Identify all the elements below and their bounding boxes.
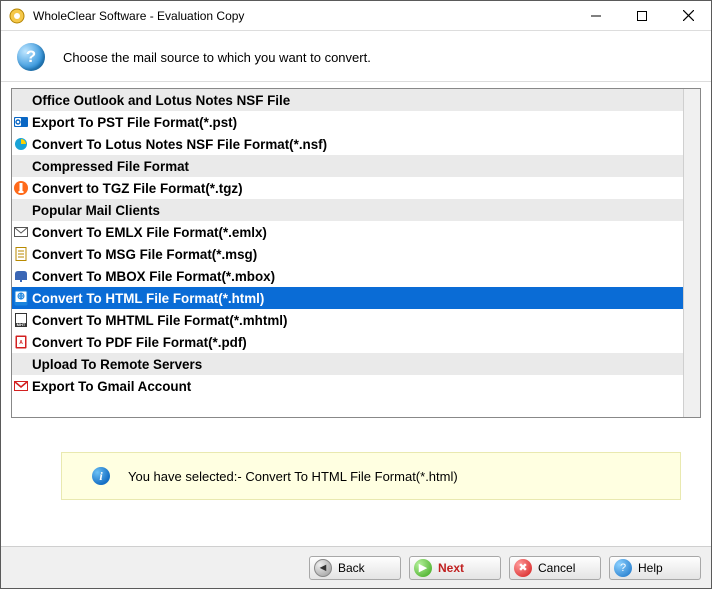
list-item-label: Export To Gmail Account — [30, 379, 191, 394]
help-hint-icon: ? — [17, 43, 45, 71]
lotus-icon — [12, 135, 30, 153]
back-button[interactable]: ◄ Back — [309, 556, 401, 580]
list-item-pdf[interactable]: A Convert To PDF File Format(*.pdf) — [12, 331, 683, 353]
window-title: WholeClear Software - Evaluation Copy — [33, 9, 573, 23]
next-button[interactable]: ▶ Next — [409, 556, 501, 580]
list-scrollbar[interactable] — [683, 89, 700, 417]
list-item-mbox[interactable]: Convert To MBOX File Format(*.mbox) — [12, 265, 683, 287]
app-window: WholeClear Software - Evaluation Copy ? … — [0, 0, 712, 589]
selection-message: You have selected:- Convert To HTML File… — [128, 469, 458, 484]
group-header-compressed: Compressed File Format — [12, 155, 683, 177]
list-item-label: Convert to TGZ File Format(*.tgz) — [30, 181, 243, 196]
group-header-popular: Popular Mail Clients — [12, 199, 683, 221]
page-icon — [12, 245, 30, 263]
content-area: Office Outlook and Lotus Notes NSF File … — [1, 82, 711, 546]
pdf-icon: A — [12, 333, 30, 351]
close-button[interactable] — [665, 1, 711, 31]
archive-icon — [12, 179, 30, 197]
maximize-button[interactable] — [619, 1, 665, 31]
list-item-label: Convert To MBOX File Format(*.mbox) — [30, 269, 275, 284]
gmail-icon — [12, 377, 30, 395]
group-header-office: Office Outlook and Lotus Notes NSF File — [12, 89, 683, 111]
arrow-right-icon: ▶ — [414, 559, 432, 577]
selection-info-bar: i You have selected:- Convert To HTML Fi… — [61, 452, 681, 500]
list-item-msg[interactable]: Convert To MSG File Format(*.msg) — [12, 243, 683, 265]
list-item-label: Convert To PDF File Format(*.pdf) — [30, 335, 247, 350]
cancel-icon: ✖ — [514, 559, 532, 577]
mhtml-icon: MHT — [12, 311, 30, 329]
list-item-emlx[interactable]: Convert To EMLX File Format(*.emlx) — [12, 221, 683, 243]
list-item-gmail[interactable]: Export To Gmail Account — [12, 375, 683, 397]
header-instruction: Choose the mail source to which you want… — [63, 50, 371, 65]
mailbox-icon — [12, 267, 30, 285]
arrow-left-icon: ◄ — [314, 559, 332, 577]
info-icon: i — [92, 467, 110, 485]
list-item-label: Convert To Lotus Notes NSF File Format(*… — [30, 137, 327, 152]
list-item-label: Convert To MSG File Format(*.msg) — [30, 247, 257, 262]
minimize-button[interactable] — [573, 1, 619, 31]
footer-buttons: ◄ Back ▶ Next ✖ Cancel ? Help — [1, 546, 711, 588]
envelope-icon — [12, 223, 30, 241]
svg-text:A: A — [19, 340, 23, 346]
svg-text:MHT: MHT — [17, 322, 26, 327]
list-item-mhtml[interactable]: MHT Convert To MHTML File Format(*.mhtml… — [12, 309, 683, 331]
format-list: Office Outlook and Lotus Notes NSF File … — [11, 88, 701, 418]
list-item-label: Export To PST File Format(*.pst) — [30, 115, 237, 130]
help-icon: ? — [614, 559, 632, 577]
list-item-label: Convert To HTML File Format(*.html) — [30, 291, 264, 306]
header: ? Choose the mail source to which you wa… — [1, 31, 711, 82]
list-item-label: Convert To MHTML File Format(*.mhtml) — [30, 313, 287, 328]
group-header-upload: Upload To Remote Servers — [12, 353, 683, 375]
list-item-nsf[interactable]: Convert To Lotus Notes NSF File Format(*… — [12, 133, 683, 155]
list-item-tgz[interactable]: Convert to TGZ File Format(*.tgz) — [12, 177, 683, 199]
titlebar: WholeClear Software - Evaluation Copy — [1, 1, 711, 31]
list-item-pst[interactable]: Export To PST File Format(*.pst) — [12, 111, 683, 133]
help-button[interactable]: ? Help — [609, 556, 701, 580]
list-item-html[interactable]: Convert To HTML File Format(*.html) — [12, 287, 683, 309]
list-item-label: Convert To EMLX File Format(*.emlx) — [30, 225, 267, 240]
outlook-icon — [12, 113, 30, 131]
html-icon — [12, 289, 30, 307]
app-icon — [9, 8, 25, 24]
cancel-button[interactable]: ✖ Cancel — [509, 556, 601, 580]
